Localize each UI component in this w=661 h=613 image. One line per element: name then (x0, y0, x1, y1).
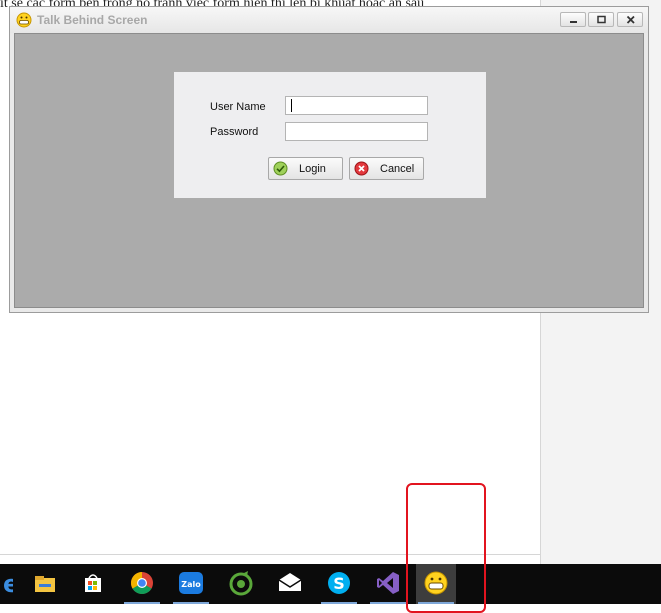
mail-icon (278, 573, 302, 591)
svg-text:S: S (333, 574, 345, 593)
close-icon (626, 15, 635, 24)
app-smiley-icon (16, 12, 32, 28)
password-label: Password (210, 126, 259, 138)
cancel-button[interactable]: Cancel (349, 157, 424, 180)
taskbar-store[interactable] (73, 564, 113, 604)
file-explorer-icon (35, 576, 55, 592)
skype-icon: S (328, 572, 350, 594)
cancel-button-label: Cancel (380, 163, 415, 175)
chrome-icon (131, 572, 153, 594)
taskbar: e Zalo S (0, 564, 661, 604)
cancel-icon (354, 161, 369, 176)
maximize-icon (597, 15, 606, 24)
svg-text:e: e (3, 570, 13, 596)
zalo-icon: Zalo (179, 572, 203, 594)
taskbar-chrome[interactable] (122, 564, 162, 604)
password-input[interactable] (285, 122, 428, 141)
highlight-annotation-box (406, 483, 486, 613)
talk-behind-screen-window: Talk Behind Screen User Name Password Lo… (9, 6, 649, 313)
taskbar-visual-studio[interactable] (368, 564, 408, 604)
taskbar-file-explorer[interactable] (25, 564, 65, 604)
window-titlebar[interactable]: Talk Behind Screen (10, 7, 648, 33)
store-icon (85, 574, 101, 592)
minimize-button[interactable] (560, 12, 586, 27)
close-button[interactable] (617, 12, 643, 27)
window-title: Talk Behind Screen (37, 13, 148, 27)
login-button-label: Login (299, 163, 326, 175)
text-caret (291, 99, 292, 112)
username-input[interactable] (285, 96, 428, 115)
username-label: User Name (210, 101, 266, 113)
window-client-area: User Name Password Login Cancel (14, 33, 644, 308)
taskbar-mail[interactable] (270, 564, 310, 604)
minimize-icon (570, 21, 577, 23)
taskbar-coccoc[interactable] (221, 564, 261, 604)
login-button[interactable]: Login (268, 157, 343, 180)
visual-studio-icon (377, 572, 399, 594)
zalo-icon-label: Zalo (181, 580, 201, 589)
login-panel: User Name Password Login Cancel (174, 72, 486, 198)
edge-icon: e (3, 570, 13, 596)
taskbar-zalo[interactable]: Zalo (171, 564, 211, 604)
check-icon (273, 161, 288, 176)
maximize-button[interactable] (588, 12, 614, 27)
taskbar-edge[interactable]: e (0, 564, 20, 604)
taskbar-skype[interactable]: S (319, 564, 359, 604)
coccoc-icon (229, 571, 253, 596)
